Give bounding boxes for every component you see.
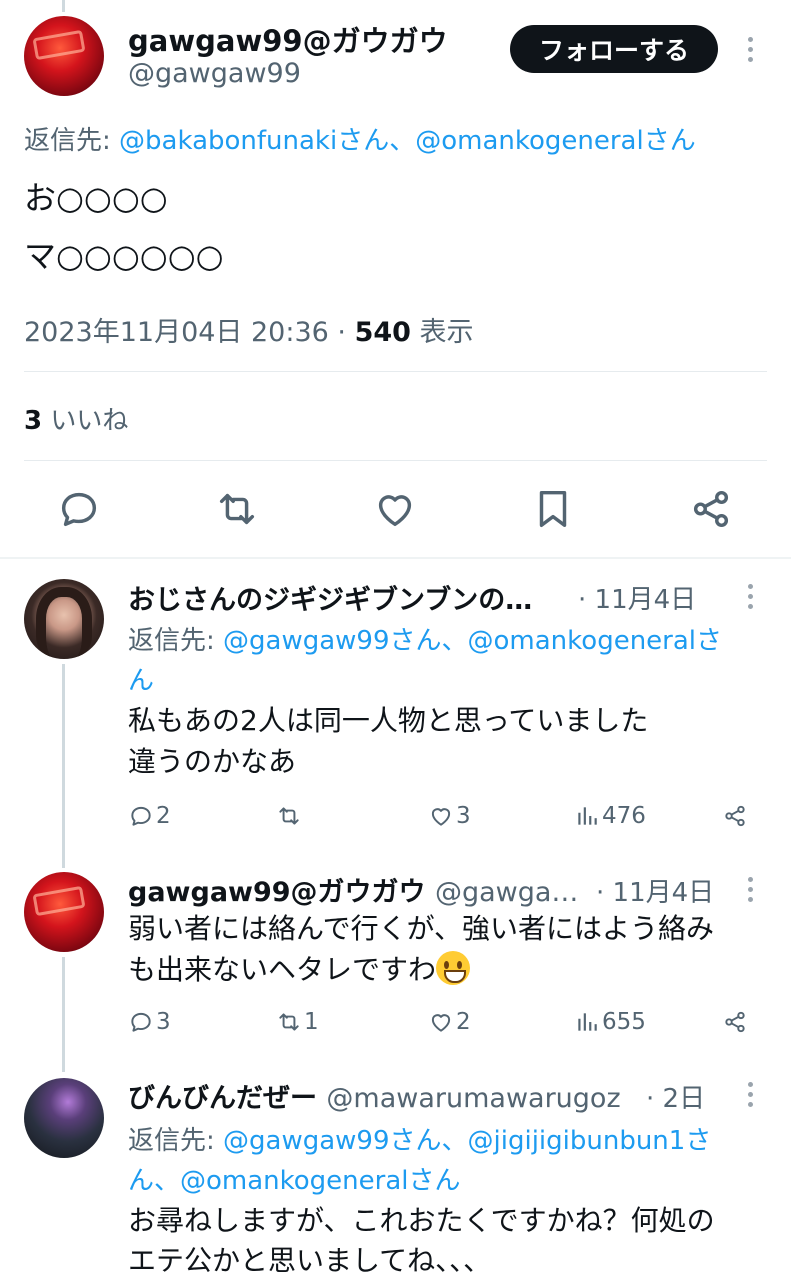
reply-text-content: も出来ないヘタレですわ: [128, 953, 437, 986]
divider: [24, 460, 767, 461]
reply-count: 2: [156, 803, 171, 829]
reply-timestamp[interactable]: · 2日: [646, 1078, 705, 1115]
reply-author-handle: @gawga…: [434, 877, 579, 908]
view-count: 655: [602, 1009, 646, 1035]
share-icon: [725, 805, 745, 827]
reply-icon: [131, 806, 151, 826]
views-button[interactable]: 476: [574, 800, 646, 832]
retweet-icon: [279, 807, 299, 825]
author-handle[interactable]: @gawgaw99: [128, 58, 301, 89]
tweet-text-line-2: マ○○○○○○: [24, 237, 224, 275]
like-count: 3: [456, 803, 471, 829]
reply-to-line: 返信先: @gawgaw99さん、@omankogeneralさ: [128, 620, 722, 657]
like-button[interactable]: 2: [428, 1006, 471, 1038]
reply-text-line-2: 違うのかなあ: [128, 745, 297, 778]
like-icon[interactable]: [372, 486, 418, 532]
retweet-icon: [279, 1013, 299, 1031]
views-count: 540: [354, 317, 411, 348]
follow-button[interactable]: フォローする: [510, 25, 718, 73]
reply-action-bar: 3 1 2 655: [128, 1006, 758, 1038]
retweet-count: 1: [304, 1009, 319, 1035]
thread-connector: [62, 664, 65, 868]
retweet-button[interactable]: [276, 800, 304, 832]
reply-to-mentions-continued[interactable]: ん、@omankogeneralさん: [128, 1166, 461, 1196]
views-label: 表示: [410, 317, 474, 348]
avatar[interactable]: [24, 16, 104, 96]
analytics-icon: [578, 1013, 597, 1031]
reply-to-line-continued: ん、@omankogeneralさん: [128, 1160, 461, 1197]
tweet-action-bar: [0, 486, 791, 536]
like-button[interactable]: 3: [428, 800, 471, 832]
like-icon: [431, 1014, 451, 1032]
reply-to-prefix: 返信先:: [128, 626, 224, 656]
more-options-icon[interactable]: [746, 877, 754, 902]
retweet-icon[interactable]: [214, 486, 260, 532]
reply-author-name[interactable]: びんびんだぜー @mawarumawarugoz: [128, 1076, 621, 1115]
likes-count: 3: [24, 406, 43, 436]
reply-to-mentions[interactable]: @gawgaw99さん、@omankogeneralさ: [223, 626, 722, 656]
share-button[interactable]: [722, 800, 748, 832]
reply-to-prefix: 返信先:: [128, 1126, 224, 1156]
tweet-metadata: 2023年11月04日 20:36 · 540 表示: [24, 310, 474, 349]
reply-text-line-1: 私もあの2人は同一人物と思っていました: [128, 704, 649, 737]
reply-text-line-2: エテ公かと思いましてね、、、: [128, 1244, 492, 1277]
reply-author-display-name: びんびんだぜー: [128, 1083, 317, 1114]
reply-text-line-1: お尋ねしますが、これおたくですかね？何処の: [128, 1204, 715, 1237]
share-button[interactable]: [722, 1006, 748, 1038]
reply-text-line-2: も出来ないヘタレですわ: [128, 949, 471, 991]
more-options-icon[interactable]: [746, 1082, 754, 1107]
like-count: 2: [456, 1009, 471, 1035]
reply-to-mentions[interactable]: @gawgaw99さん、@jigijigibunbun1さ: [223, 1126, 711, 1156]
more-options-icon[interactable]: [746, 584, 754, 609]
section-divider: [0, 557, 791, 559]
views-button[interactable]: 655: [574, 1006, 646, 1038]
share-icon[interactable]: [688, 486, 734, 532]
view-count: 476: [602, 803, 646, 829]
bookmark-icon[interactable]: [530, 486, 576, 532]
reply-timestamp[interactable]: · 11月4日: [596, 872, 714, 909]
tweet-timestamp[interactable]: 2023年11月04日 20:36 ·: [24, 317, 355, 348]
tweet-text-line-1: お○○○○: [24, 179, 168, 217]
divider: [24, 371, 767, 372]
reply-action-bar: 2 3 476: [128, 800, 758, 832]
reply-button[interactable]: 2: [128, 800, 171, 832]
share-icon: [725, 1011, 745, 1033]
avatar[interactable]: [24, 1078, 104, 1158]
avatar[interactable]: [24, 579, 104, 659]
avatar[interactable]: [24, 872, 104, 952]
reply-text-line-1: 弱い者には絡んで行くが、強い者にはよう絡み: [128, 912, 715, 945]
reply-timestamp[interactable]: · 11月4日: [578, 579, 696, 616]
likes-label: いいね: [42, 406, 129, 436]
like-icon: [431, 808, 451, 826]
grinning-face-emoji: [436, 951, 471, 985]
retweet-button[interactable]: 1: [276, 1006, 319, 1038]
thread-connector: [62, 957, 65, 1072]
reply-to-prefix: 返信先:: [24, 126, 120, 156]
reply-to-line: 返信先: @gawgaw99さん、@jigijigibunbun1さ: [128, 1120, 711, 1157]
reply-icon: [131, 1012, 151, 1032]
likes-summary[interactable]: 3 いいね: [24, 400, 128, 437]
reply-author-display-name: gawgaw99@ガウガウ: [128, 877, 426, 908]
reply-button[interactable]: 3: [128, 1006, 171, 1038]
reply-to-mentions-continued[interactable]: ん: [128, 666, 154, 696]
reply-to-line-continued: ん: [128, 660, 154, 697]
author-display-name[interactable]: gawgaw99@ガウガウ: [128, 18, 448, 60]
analytics-icon: [578, 807, 597, 825]
reply-to-line: 返信先: @bakabonfunakiさん、@omankogeneralさん: [24, 120, 696, 157]
reply-author-name[interactable]: gawgaw99@ガウガウ @gawga…: [128, 870, 578, 909]
reply-count: 3: [156, 1009, 171, 1035]
reply-icon[interactable]: [56, 486, 102, 532]
reply-author-name[interactable]: おじさんのジギジギブンブンの…: [128, 578, 532, 617]
reply-author-handle: @mawarumawarugoz: [326, 1083, 621, 1114]
reply-to-mentions[interactable]: @bakabonfunakiさん、@omankogeneralさん: [119, 126, 696, 156]
thread-connector-top: [62, 0, 65, 12]
more-options-icon[interactable]: [746, 37, 754, 62]
